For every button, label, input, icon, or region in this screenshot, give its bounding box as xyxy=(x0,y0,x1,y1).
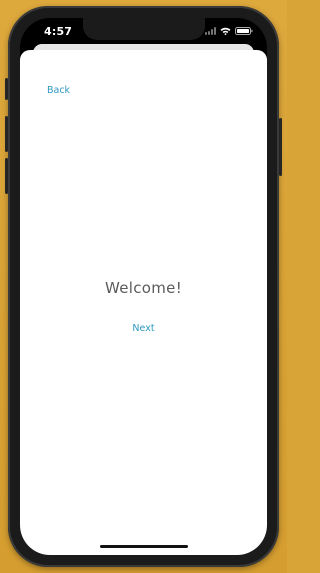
battery-icon xyxy=(235,27,253,35)
status-icons xyxy=(205,27,253,35)
next-button[interactable]: Next xyxy=(20,323,267,334)
stage: 4:57 Back Welcome! Next xyxy=(0,0,287,573)
notch xyxy=(83,18,205,40)
status-time: 4:57 xyxy=(44,25,73,38)
signal-icon xyxy=(205,27,216,35)
welcome-title: Welcome! xyxy=(104,279,183,297)
modal-sheet: Back Welcome! Next xyxy=(20,50,267,555)
screen: 4:57 Back Welcome! Next xyxy=(20,18,267,555)
power-button xyxy=(279,118,282,176)
phone-frame: 4:57 Back Welcome! Next xyxy=(8,6,279,567)
wifi-icon xyxy=(220,27,231,35)
back-button[interactable]: Back xyxy=(47,85,70,96)
home-indicator[interactable] xyxy=(100,545,188,548)
